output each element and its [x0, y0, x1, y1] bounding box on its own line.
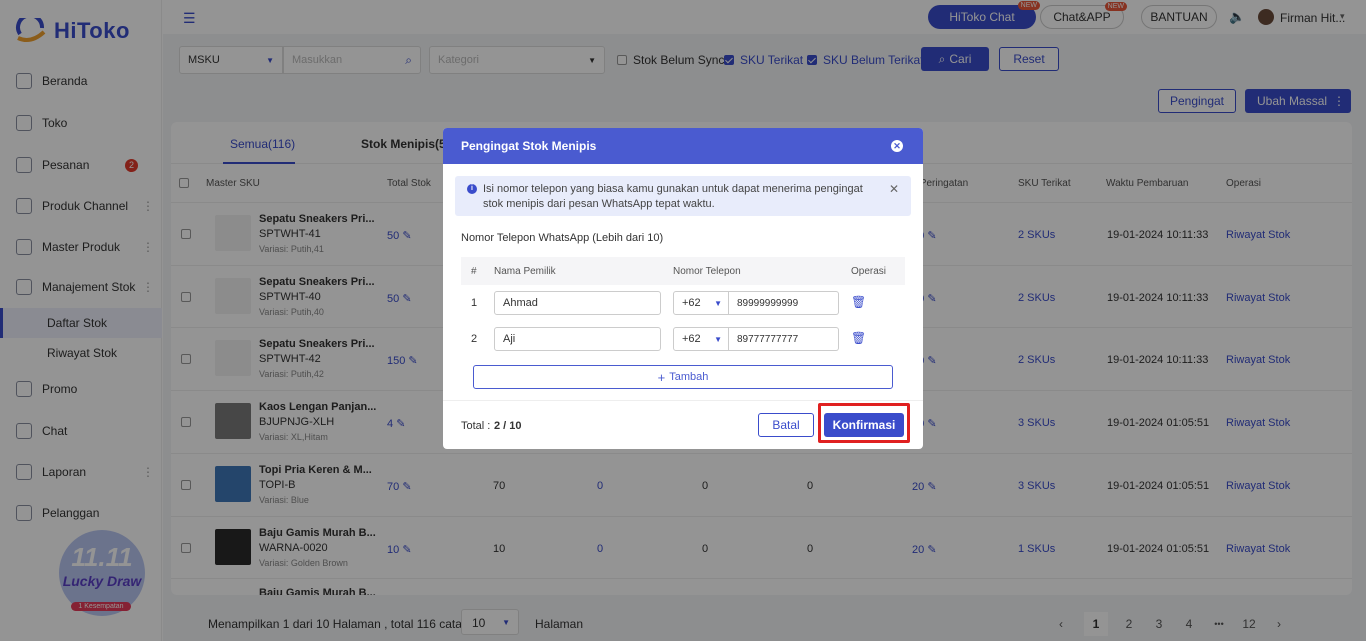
add-phone-label: Tambah	[669, 371, 709, 383]
low-stock-reminder-modal: Pengingat Stok Menipis ✕ i Isi nomor tel…	[443, 128, 923, 449]
trash-icon[interactable]: 🗑	[851, 295, 866, 309]
phone-table-header: # Nama Pemilik Nomor Telepon Operasi	[461, 257, 905, 285]
header-owner: Nama Pemilik	[494, 266, 556, 277]
info-banner: i Isi nomor telepon yang biasa kamu guna…	[455, 176, 911, 216]
phone-number-value: 89777777777	[737, 333, 799, 345]
cancel-label: Batal	[772, 418, 800, 432]
phone-number-input[interactable]: 89999999999	[729, 291, 839, 315]
info-text: Isi nomor telepon yang biasa kamu gunaka…	[483, 183, 863, 210]
chevron-down-icon: ▼	[714, 298, 722, 308]
phone-table: # Nama Pemilik Nomor Telepon Operasi 1 A…	[461, 257, 905, 357]
country-code-value: +62	[682, 297, 701, 309]
header-phone: Nomor Telepon	[673, 266, 741, 277]
country-code-value: +62	[682, 333, 701, 345]
phone-row: 2 Aji +62 ▼ 89777777777 🗑	[461, 321, 905, 357]
info-icon: i	[467, 184, 477, 194]
cancel-button[interactable]: Batal	[758, 413, 814, 437]
header-num: #	[471, 266, 477, 277]
owner-name-value: Aji	[503, 333, 516, 345]
owner-name-value: Ahmad	[503, 297, 538, 309]
phone-number-value: 89999999999	[737, 297, 799, 309]
total-label: Total :	[461, 420, 491, 432]
row-number: 1	[471, 297, 478, 309]
modal-header: Pengingat Stok Menipis ✕	[443, 128, 923, 164]
phone-section-label: Nomor Telepon WhatsApp (Lebih dari 10)	[461, 232, 664, 244]
chevron-down-icon: ▼	[714, 334, 722, 344]
owner-name-input[interactable]: Aji	[494, 327, 661, 351]
modal-title: Pengingat Stok Menipis	[461, 139, 597, 153]
trash-icon[interactable]: 🗑	[851, 331, 866, 345]
phone-row: 1 Ahmad +62 ▼ 89999999999 🗑	[461, 285, 905, 321]
plus-icon: +	[657, 369, 666, 385]
add-phone-button[interactable]: + Tambah	[473, 365, 893, 389]
close-icon[interactable]: ✕	[891, 140, 903, 152]
country-code-select[interactable]: +62 ▼	[673, 291, 729, 315]
row-number: 2	[471, 333, 478, 345]
close-icon[interactable]: ✕	[889, 182, 899, 197]
owner-name-input[interactable]: Ahmad	[494, 291, 661, 315]
phone-number-input[interactable]: 89777777777	[729, 327, 839, 351]
header-operation: Operasi	[851, 266, 887, 277]
confirm-highlight-box	[818, 403, 910, 443]
country-code-select[interactable]: +62 ▼	[673, 327, 729, 351]
total-count: 2 / 10	[494, 420, 522, 432]
